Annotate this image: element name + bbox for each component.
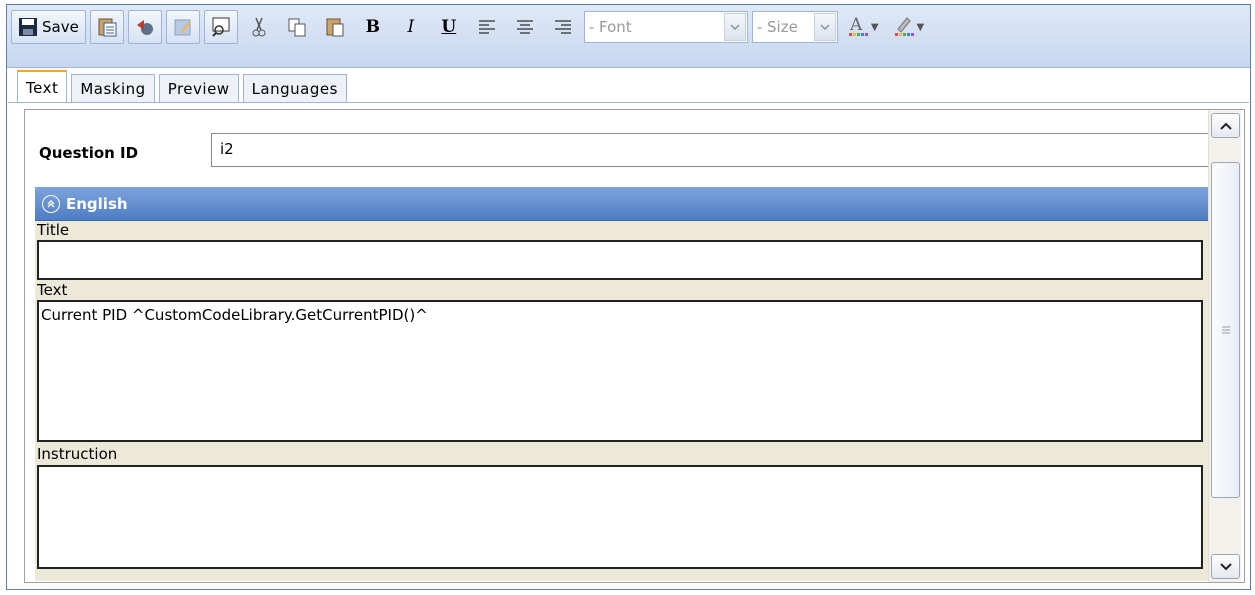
grip-icon — [1221, 326, 1230, 334]
align-center-icon — [516, 20, 533, 34]
italic-button[interactable]: I — [394, 10, 428, 44]
tab-preview[interactable]: Preview — [158, 74, 239, 102]
vertical-scrollbar[interactable] — [1208, 110, 1241, 582]
italic-icon: I — [407, 17, 415, 37]
paste-button[interactable] — [318, 10, 352, 44]
paste-from-word-button[interactable] — [89, 10, 124, 44]
chevron-down-icon — [723, 13, 746, 41]
align-right-button[interactable] — [546, 10, 580, 44]
undo-icon — [136, 20, 153, 35]
editor-window: Save B I U - Font - Size A ▼ ▼ Text Mask… — [6, 4, 1251, 590]
cut-button[interactable] — [242, 10, 276, 44]
text-field[interactable]: Current PID ^CustomCodeLibrary.GetCurren… — [37, 300, 1203, 442]
highlight-button[interactable]: ▼ — [888, 10, 930, 44]
paste-icon — [326, 18, 344, 37]
copy-button[interactable] — [280, 10, 314, 44]
size-select-value: - Size — [756, 18, 798, 36]
title-label: Title — [37, 221, 70, 239]
instruction-label: Instruction — [37, 445, 118, 463]
size-select[interactable]: - Size — [751, 11, 838, 43]
preview-button[interactable] — [203, 10, 238, 44]
language-section-body: Title Text Current PID ^CustomCodeLibrar… — [35, 221, 1225, 581]
scroll-down-button[interactable] — [1211, 554, 1240, 579]
align-center-button[interactable] — [508, 10, 542, 44]
tab-content-panel: Question ID i2 English Title Text Curren… — [8, 102, 1249, 589]
scrollbar-thumb[interactable] — [1211, 162, 1240, 498]
underline-icon: U — [441, 17, 457, 37]
chevron-down-icon — [1219, 562, 1232, 570]
instruction-field[interactable] — [37, 465, 1203, 569]
font-select[interactable]: - Font — [583, 11, 748, 43]
text-label: Text — [37, 281, 68, 299]
font-select-value: - Font — [588, 18, 632, 36]
dropdown-arrow-icon: ▼ — [870, 21, 879, 33]
font-color-icon: A — [848, 15, 868, 36]
align-right-icon — [554, 20, 571, 34]
question-id-label: Question ID — [39, 144, 139, 162]
underline-button[interactable]: U — [432, 10, 466, 44]
bold-icon: B — [365, 17, 381, 37]
align-left-icon — [478, 20, 495, 34]
paste-from-word-icon — [98, 18, 117, 37]
font-color-button[interactable]: A ▼ — [842, 10, 884, 44]
svg-text:A: A — [849, 15, 863, 35]
question-id-input[interactable]: i2 — [211, 133, 1219, 167]
edit-icon — [174, 19, 191, 36]
tab-text[interactable]: Text — [17, 70, 68, 103]
scrollable-content: Question ID i2 English Title Text Curren… — [24, 109, 1245, 583]
copy-icon — [288, 18, 306, 37]
tab-strip: Text Masking Preview Languages — [17, 68, 351, 103]
save-label: Save — [42, 18, 79, 36]
edit-button[interactable] — [165, 10, 200, 44]
undo-button[interactable] — [127, 10, 162, 44]
cut-icon — [252, 17, 266, 37]
chevron-down-icon — [813, 13, 836, 41]
scroll-up-button[interactable] — [1211, 113, 1240, 138]
bold-button[interactable]: B — [356, 10, 390, 44]
save-icon — [19, 18, 37, 36]
save-button[interactable]: Save — [11, 10, 86, 44]
align-left-button[interactable] — [470, 10, 504, 44]
collapse-icon[interactable] — [42, 194, 60, 213]
language-section-title: English — [66, 194, 128, 213]
preview-icon — [212, 17, 230, 37]
highlight-icon — [894, 17, 914, 36]
dropdown-arrow-icon: ▼ — [916, 21, 925, 33]
title-field[interactable] — [37, 240, 1203, 280]
tab-masking[interactable]: Masking — [71, 74, 155, 102]
toolbar: Save B I U - Font - Size A ▼ ▼ — [7, 5, 1250, 68]
tab-languages[interactable]: Languages — [242, 74, 347, 102]
language-section-header[interactable]: English — [35, 187, 1225, 221]
chevron-up-icon — [1219, 122, 1232, 130]
